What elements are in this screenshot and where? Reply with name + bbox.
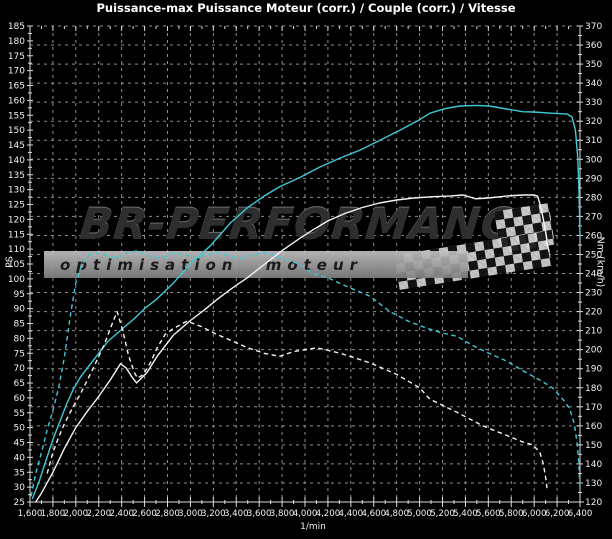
curve-couple-cyan xyxy=(31,251,580,497)
curve-puissance-blanche xyxy=(36,195,549,502)
right-axis-unit: Nm (km/h) xyxy=(595,237,606,288)
x-axis-unit: 1/min xyxy=(300,522,326,532)
curve-puissance-cyan xyxy=(32,105,580,499)
left-axis-unit: PS xyxy=(5,256,16,268)
dyno-chart-window: Puissance-max Puissance Moteur (corr.) /… xyxy=(0,0,612,539)
curve-couple-blanc xyxy=(47,312,547,491)
curves-layer xyxy=(0,0,612,539)
